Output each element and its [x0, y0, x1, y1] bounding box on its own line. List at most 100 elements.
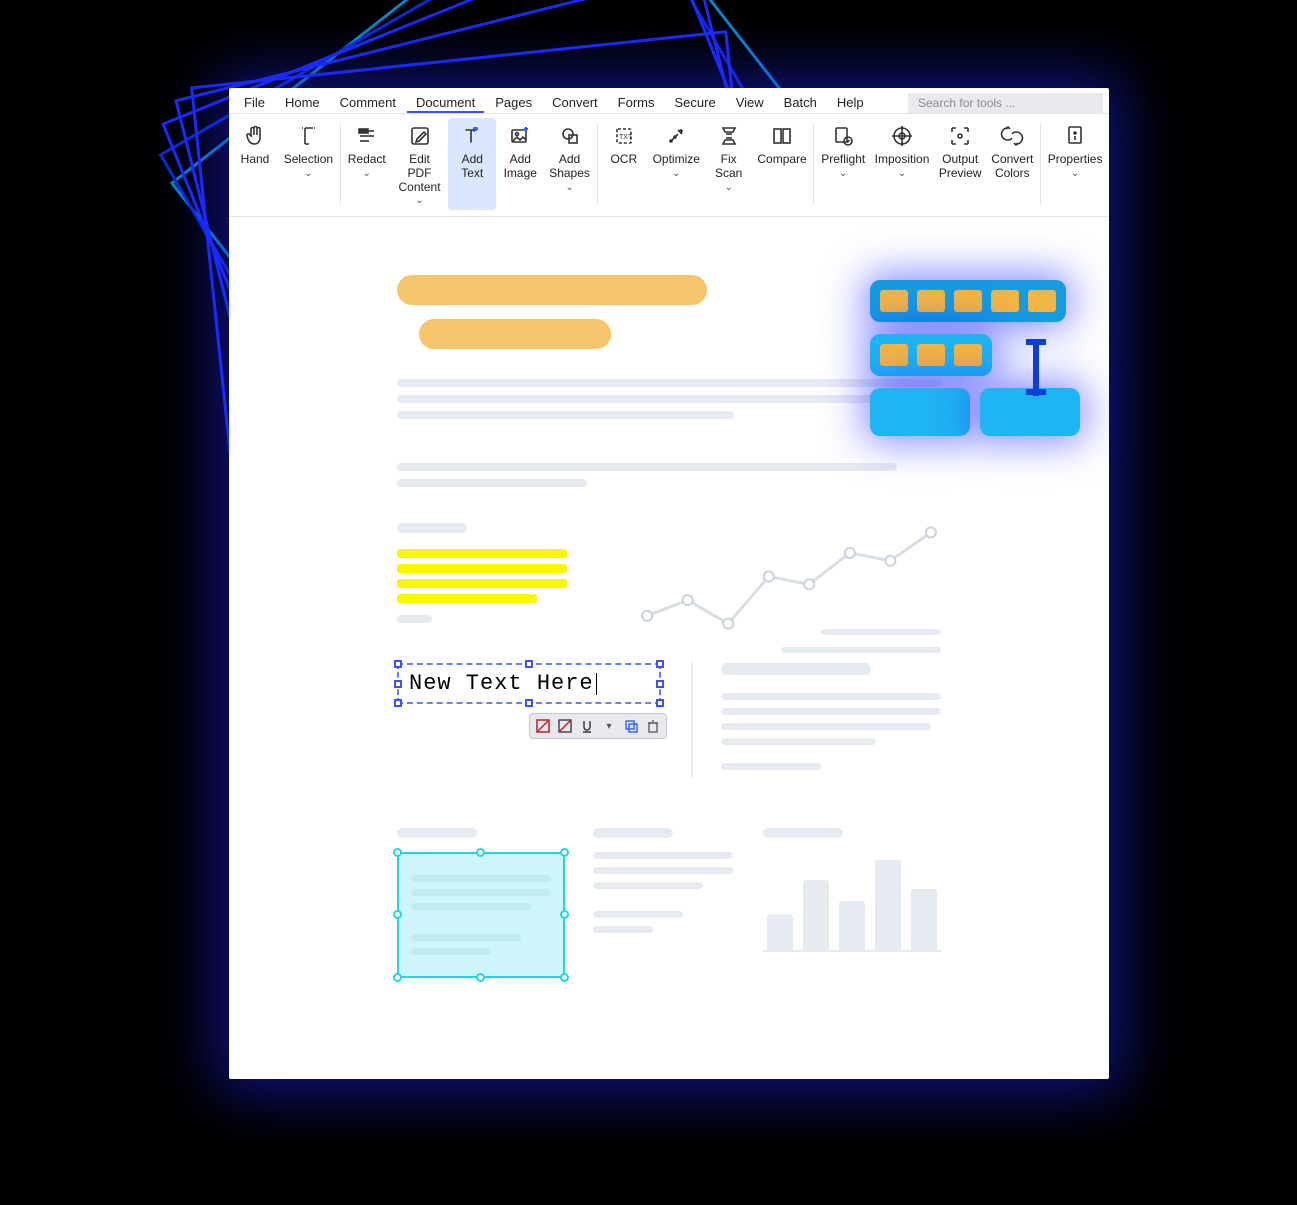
edit-icon	[408, 122, 432, 150]
text-edit-area[interactable]: New Text Here ▾	[397, 663, 661, 778]
app-window: File Home Comment Document Pages Convert…	[229, 88, 1109, 1079]
ribbon-fixscan-button[interactable]: Fix Scan⌄	[705, 118, 753, 210]
addtext-icon	[460, 122, 484, 150]
ribbon-addimage-button[interactable]: Add Image	[496, 118, 544, 210]
text-line	[397, 615, 432, 623]
resize-handle[interactable]	[656, 680, 664, 688]
ribbon: HandSelection⌄Redact⌄Edit PDF Content⌄Ad…	[229, 113, 1109, 217]
redact-icon	[355, 122, 379, 150]
resize-handle[interactable]	[393, 910, 402, 919]
widget-row[interactable]	[870, 334, 992, 376]
edit-text-content[interactable]: New Text Here	[409, 671, 594, 696]
text-line	[397, 463, 897, 471]
resize-handle[interactable]	[525, 660, 533, 668]
properties-icon	[1063, 122, 1087, 150]
ribbon-label: Edit PDF Content	[397, 153, 443, 194]
resize-handle[interactable]	[476, 848, 485, 857]
hand-icon	[243, 122, 267, 150]
resize-handle[interactable]	[560, 973, 569, 982]
ribbon-label: Hand	[241, 153, 270, 167]
menu-document[interactable]: Document	[407, 92, 484, 113]
text-cursor-icon	[1028, 342, 1042, 396]
resize-handle[interactable]	[394, 680, 402, 688]
resize-handle[interactable]	[560, 848, 569, 857]
text-edit-box[interactable]: New Text Here	[397, 663, 661, 704]
menu-file[interactable]: File	[235, 92, 274, 113]
menu-secure[interactable]: Secure	[666, 92, 725, 113]
resize-handle[interactable]	[656, 660, 664, 668]
resize-handle[interactable]	[393, 848, 402, 857]
ocr-icon: TXT	[612, 122, 636, 150]
ribbon-addtext-button[interactable]: Add Text	[448, 118, 496, 210]
highlighted-lines	[397, 549, 597, 603]
text-line	[397, 395, 914, 403]
resize-handle[interactable]	[560, 910, 569, 919]
ribbon-label: Add Text	[461, 153, 483, 181]
bar-chart	[763, 852, 941, 952]
resize-handle[interactable]	[656, 699, 664, 707]
ribbon-preflight-button[interactable]: Preflight⌄	[816, 118, 870, 210]
compare-icon	[770, 122, 794, 150]
text-line	[397, 411, 734, 419]
selection-icon	[296, 122, 320, 150]
ribbon-edit-button[interactable]: Edit PDF Content⌄	[391, 118, 449, 210]
addshapes-icon	[558, 122, 582, 150]
ribbon-hand-button[interactable]: Hand	[231, 118, 279, 210]
ribbon-label: Output Preview	[939, 153, 982, 181]
resize-handle[interactable]	[394, 699, 402, 707]
no-fill-icon[interactable]	[535, 718, 551, 734]
ribbon-ocr-button[interactable]: TXT OCR	[600, 118, 648, 210]
subheading	[397, 523, 467, 533]
menu-comment[interactable]: Comment	[331, 92, 405, 113]
ribbon-label: Redact	[348, 153, 386, 167]
selected-block[interactable]	[397, 852, 565, 978]
ribbon-addshapes-button[interactable]: Add Shapes⌄	[544, 118, 595, 210]
resize-handle[interactable]	[394, 660, 402, 668]
text-line	[397, 479, 587, 487]
search-input[interactable]	[908, 93, 1103, 113]
ribbon-outputpreview-button[interactable]: Output Preview	[934, 118, 986, 210]
copy-icon[interactable]	[623, 718, 639, 734]
underline-icon[interactable]	[579, 718, 595, 734]
ribbon-compare-button[interactable]: Compare	[753, 118, 812, 210]
menu-help[interactable]: Help	[828, 92, 873, 113]
floating-widget	[870, 280, 1080, 448]
text-line	[397, 379, 941, 387]
menu-batch[interactable]: Batch	[775, 92, 826, 113]
ribbon-selection-button[interactable]: Selection⌄	[279, 118, 338, 210]
ribbon-label: Add Shapes	[549, 153, 590, 181]
ribbon-label: Selection	[284, 153, 333, 167]
ribbon-imposition-button[interactable]: Imposition⌄	[870, 118, 934, 210]
ribbon-label: Fix Scan	[715, 153, 742, 181]
ribbon-convertcolors-button[interactable]: Convert Colors	[986, 118, 1038, 210]
chevron-down-icon: ⌄	[839, 168, 847, 179]
resize-handle[interactable]	[476, 973, 485, 982]
menubar: File Home Comment Document Pages Convert…	[229, 88, 1109, 113]
resize-handle[interactable]	[393, 973, 402, 982]
fixscan-icon	[717, 122, 741, 150]
optimize-icon	[664, 122, 688, 150]
widget-row[interactable]	[870, 388, 970, 436]
delete-icon[interactable]	[645, 718, 661, 734]
text-mini-toolbar: ▾	[529, 713, 667, 739]
ribbon-label: OCR	[610, 153, 637, 167]
chevron-down-icon: ⌄	[304, 168, 312, 179]
menu-home[interactable]: Home	[276, 92, 329, 113]
no-border-icon[interactable]	[557, 718, 573, 734]
menu-view[interactable]: View	[727, 92, 773, 113]
menu-convert[interactable]: Convert	[543, 92, 607, 113]
chevron-down-icon[interactable]: ▾	[601, 718, 617, 734]
line-chart	[637, 503, 941, 643]
ribbon-redact-button[interactable]: Redact⌄	[343, 118, 391, 210]
outputpreview-icon	[948, 122, 972, 150]
ribbon-label: Convert Colors	[991, 153, 1033, 181]
widget-row[interactable]	[870, 280, 1066, 322]
ribbon-properties-button[interactable]: Properties⌄	[1043, 118, 1107, 210]
chevron-down-icon: ⌄	[415, 195, 423, 206]
ribbon-optimize-button[interactable]: Optimize⌄	[648, 118, 705, 210]
menu-forms[interactable]: Forms	[609, 92, 664, 113]
ribbon-label: Imposition	[875, 153, 930, 167]
menu-pages[interactable]: Pages	[486, 92, 541, 113]
chevron-down-icon: ⌄	[898, 168, 906, 179]
resize-handle[interactable]	[525, 699, 533, 707]
